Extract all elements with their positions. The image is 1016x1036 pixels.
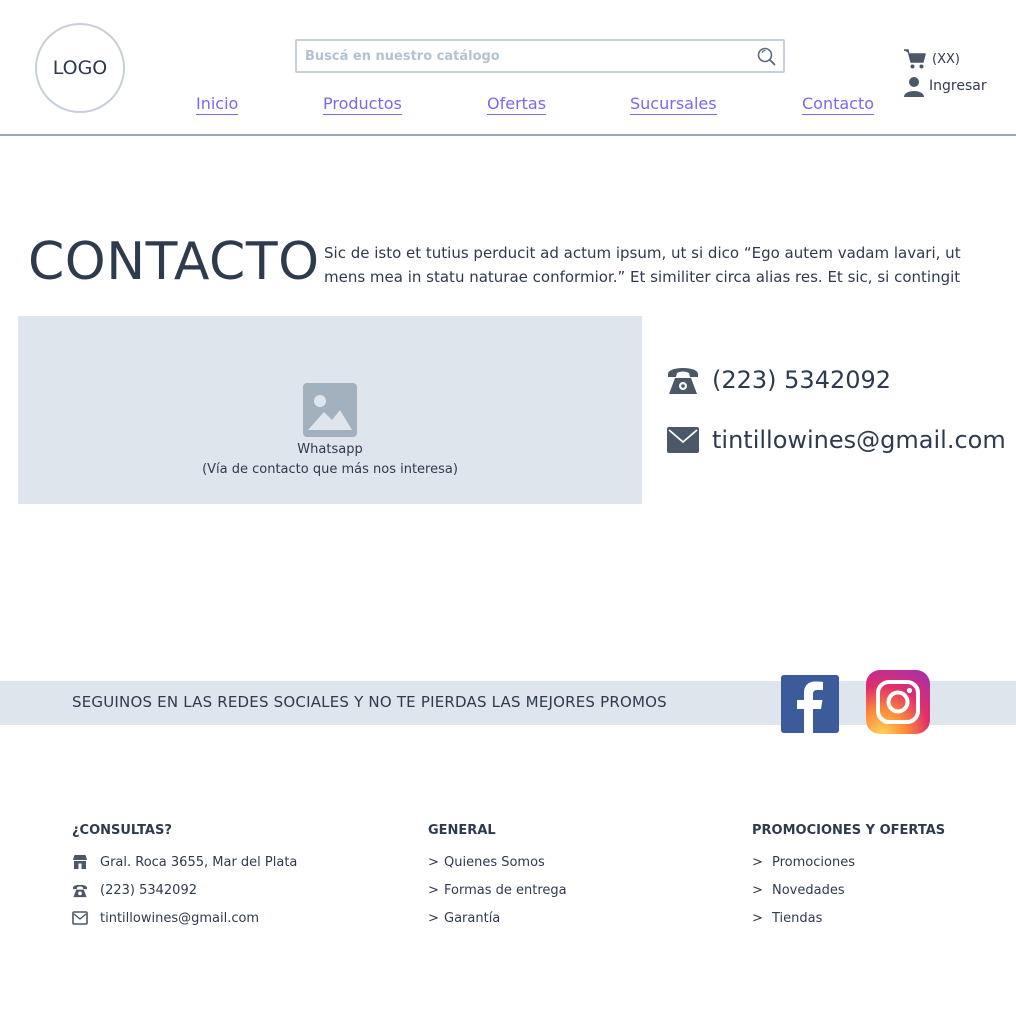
cart-icon: [904, 49, 926, 69]
facebook-icon[interactable]: [781, 675, 839, 733]
nav-ofertas[interactable]: Ofertas: [487, 94, 547, 115]
chevron-right-icon: >: [752, 910, 763, 926]
nav-sucursales[interactable]: Sucursales: [630, 94, 717, 115]
login-button[interactable]: Ingresar: [903, 75, 987, 97]
nav-productos[interactable]: Productos: [323, 94, 402, 115]
social-text: SEGUINOS EN LAS REDES SOCIALES Y NO TE P…: [72, 693, 667, 711]
mail-icon: [72, 911, 88, 925]
footer-link-promociones[interactable]: > Promociones: [752, 848, 945, 876]
mail-icon: [667, 427, 699, 453]
nav-contacto[interactable]: Contacto: [802, 94, 875, 115]
media-subtitle: (Vía de contacto que más nos interesa): [202, 462, 458, 477]
media-title: Whatsapp: [297, 442, 363, 457]
user-icon: [904, 77, 924, 97]
footer-link-novedades[interactable]: > Novedades: [752, 876, 945, 904]
site-header: LOGO Inicio Productos Ofertas Sucursales…: [0, 0, 1016, 136]
footer-promos: PROMOCIONES Y OFERTAS > Promociones > No…: [752, 823, 945, 932]
chevron-right-icon: >: [752, 854, 763, 870]
contact-phone[interactable]: (223) 5342092: [666, 364, 891, 396]
chevron-right-icon: >: [752, 882, 763, 898]
search-icon[interactable]: [756, 46, 778, 68]
cart-count: (XX): [932, 51, 960, 67]
contact-description: Sic de isto et tutius perducit ad actum …: [324, 244, 961, 286]
login-label: Ingresar: [929, 78, 987, 94]
page-title: CONTACTO: [28, 232, 320, 292]
footer-email-text: tintillowines@gmail.com: [100, 910, 260, 926]
social-bar: SEGUINOS EN LAS REDES SOCIALES Y NO TE P…: [0, 681, 1016, 725]
phone-icon: [72, 884, 88, 897]
contact-phone-text: (223) 5342092: [712, 366, 892, 394]
image-placeholder-icon: [303, 383, 357, 437]
footer-link-label: Novedades: [772, 882, 845, 898]
footer-email[interactable]: tintillowines@gmail.com: [72, 904, 297, 932]
cart-button[interactable]: (XX): [903, 48, 960, 70]
phone-icon: [668, 368, 698, 394]
store-icon: [73, 855, 87, 869]
footer-link-label: Promociones: [772, 854, 855, 870]
footer-address: Gral. Roca 3655, Mar del Plata: [72, 848, 297, 876]
contact-email[interactable]: tintillowines@gmail.com: [666, 425, 1006, 455]
whatsapp-placeholder[interactable]: Whatsapp (Vía de contacto que más nos in…: [18, 316, 642, 504]
chevron-right-icon: >: [428, 854, 439, 870]
contact-email-text: tintillowines@gmail.com: [712, 426, 1006, 454]
footer-link-formas-de-entrega[interactable]: > Formas de entrega: [428, 876, 567, 904]
footer-heading-consultas: ¿CONSULTAS?: [72, 823, 172, 838]
chevron-right-icon: >: [428, 882, 439, 898]
footer-phone[interactable]: (223) 5342092: [72, 876, 297, 904]
footer-link-label: Quienes Somos: [444, 854, 545, 870]
footer-link-label: Formas de entrega: [444, 882, 567, 898]
footer-heading-promos: PROMOCIONES Y OFERTAS: [752, 823, 946, 838]
logo-text: LOGO: [52, 57, 108, 79]
footer-address-text: Gral. Roca 3655, Mar del Plata: [100, 854, 298, 870]
instagram-icon[interactable]: [866, 670, 930, 734]
nav-inicio[interactable]: Inicio: [196, 94, 239, 115]
footer-general: GENERAL > Quienes Somos > Formas de entr…: [428, 823, 567, 932]
footer-link-label: Tiendas: [772, 910, 823, 926]
search-input[interactable]: [305, 44, 745, 68]
footer-consultas: ¿CONSULTAS? Gral. Roca 3655, Mar del Pla…: [72, 823, 297, 932]
footer-phone-text: (223) 5342092: [100, 882, 197, 898]
chevron-right-icon: >: [428, 910, 439, 926]
footer-link-garantia[interactable]: > Garantía: [428, 904, 567, 932]
footer-link-tiendas[interactable]: > Tiendas: [752, 904, 945, 932]
footer-heading-general: GENERAL: [428, 823, 496, 838]
search-bar: [295, 39, 785, 73]
footer-link-label: Garantía: [444, 910, 501, 926]
logo[interactable]: LOGO: [35, 23, 125, 113]
footer-link-quienes-somos[interactable]: > Quienes Somos: [428, 848, 567, 876]
